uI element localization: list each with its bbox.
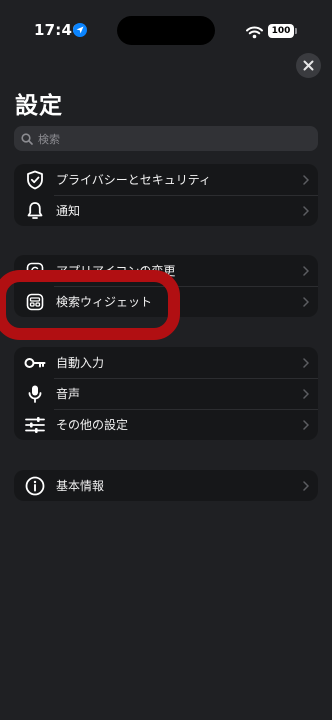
settings-group-security: プライバシーとセキュリティ 通知: [14, 164, 318, 226]
chevron-right-icon: [294, 480, 318, 491]
bell-icon: [14, 201, 56, 221]
settings-item-voice[interactable]: 音声: [14, 378, 318, 409]
settings-group-input: 自動入力 音声 その他の設定: [14, 347, 318, 440]
settings-item-change-app-icon[interactable]: アプリアイコンの変更: [14, 255, 318, 286]
status-bar: 17:46 100: [0, 0, 332, 56]
battery-indicator: 100: [268, 24, 294, 38]
chevron-right-icon: [294, 296, 318, 307]
chevron-right-icon: [294, 419, 318, 430]
settings-item-autofill[interactable]: 自動入力: [14, 347, 318, 378]
app-icon: [14, 262, 56, 280]
search-placeholder: 検索: [38, 132, 60, 146]
sliders-icon: [14, 416, 56, 434]
settings-group-appearance: アプリアイコンの変更 検索ウィジェット: [14, 255, 318, 317]
chevron-right-icon: [294, 174, 318, 185]
microphone-icon: [14, 384, 56, 404]
close-icon: [303, 60, 314, 71]
settings-item-label: 自動入力: [56, 356, 105, 370]
settings-item-about[interactable]: 基本情報: [14, 470, 318, 501]
close-button[interactable]: [296, 53, 321, 78]
widget-icon: [14, 293, 56, 311]
info-icon: [14, 476, 56, 496]
location-arrow-icon: [73, 23, 87, 37]
key-icon: [14, 356, 56, 370]
chevron-right-icon: [294, 205, 318, 216]
settings-item-label: 音声: [56, 387, 81, 401]
search-icon: [21, 132, 33, 145]
settings-item-notifications[interactable]: 通知: [14, 195, 318, 226]
settings-item-search-widget[interactable]: 検索ウィジェット: [14, 286, 318, 317]
settings-item-label: 基本情報: [56, 479, 105, 493]
settings-item-other-settings[interactable]: その他の設定: [14, 409, 318, 440]
page-title: 設定: [15, 93, 63, 119]
dynamic-island: [117, 16, 215, 45]
chevron-right-icon: [294, 357, 318, 368]
battery-tip: [295, 28, 297, 34]
settings-item-privacy-security[interactable]: プライバシーとセキュリティ: [14, 164, 318, 195]
settings-item-label: アプリアイコンの変更: [56, 264, 176, 278]
wifi-icon: [246, 24, 263, 43]
chevron-right-icon: [294, 388, 318, 399]
settings-group-about: 基本情報: [14, 470, 318, 501]
settings-item-label: プライバシーとセキュリティ: [56, 173, 212, 187]
chevron-right-icon: [294, 265, 318, 276]
shield-check-icon: [14, 170, 56, 190]
settings-item-label: 検索ウィジェット: [56, 295, 153, 309]
settings-item-label: その他の設定: [56, 418, 129, 432]
search-input[interactable]: 検索: [14, 126, 318, 151]
settings-item-label: 通知: [56, 204, 81, 218]
